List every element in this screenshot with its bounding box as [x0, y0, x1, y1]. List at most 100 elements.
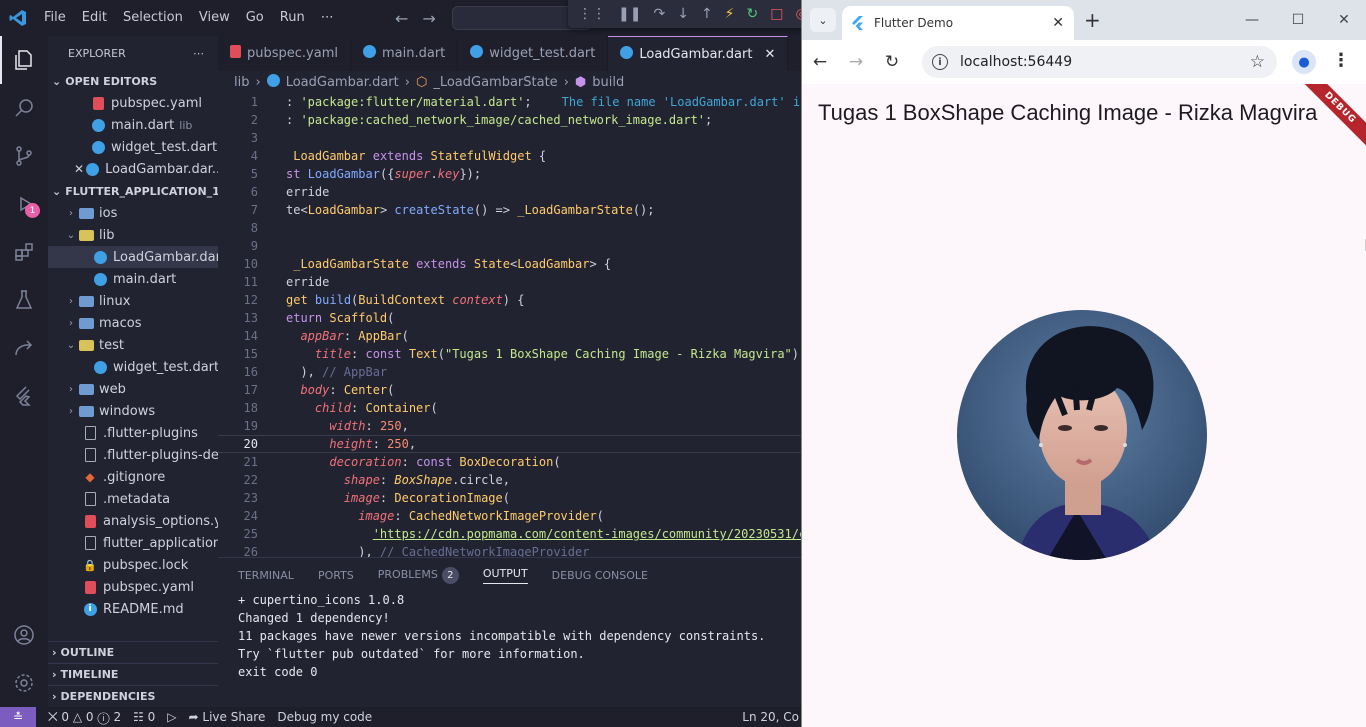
tree-item[interactable]: flutter_application...	[48, 532, 218, 554]
menu-item[interactable]: File	[36, 0, 74, 36]
new-tab-icon[interactable]: +	[1084, 8, 1101, 32]
open-editor-item[interactable]: ✕ LoadGambar.dar...	[48, 158, 218, 180]
menu-item[interactable]: ⋯	[313, 0, 342, 36]
ports-status[interactable]: ☷ 0	[133, 710, 155, 724]
tree-item[interactable]: › macos	[48, 312, 218, 334]
run-debug-icon[interactable]: 1	[0, 180, 48, 228]
tree-item[interactable]: .metadata	[48, 488, 218, 510]
back-icon[interactable]: ←	[802, 44, 838, 80]
reload-icon[interactable]: ↻	[874, 44, 910, 80]
tree-item[interactable]: widget_test.dart	[48, 356, 218, 378]
tree-item-label: main.dart	[113, 271, 177, 287]
tree-item[interactable]: › linux	[48, 290, 218, 312]
file-icon	[82, 447, 98, 463]
menu-item[interactable]: Run	[272, 0, 313, 36]
sidebar-section-header[interactable]: › OUTLINE	[48, 641, 218, 663]
site-info-icon[interactable]: i	[932, 54, 948, 70]
pause-icon[interactable]: ❚❚	[618, 6, 641, 22]
settings-gear-icon[interactable]	[0, 659, 48, 707]
menu-item[interactable]: Selection	[115, 0, 191, 36]
close-editor-icon[interactable]: ✕	[74, 162, 84, 176]
close-tab-icon[interactable]: ✕	[764, 47, 775, 62]
nav-arrows[interactable]: ←→	[395, 9, 450, 28]
testing-icon[interactable]	[0, 276, 48, 324]
bookmark-star-icon[interactable]: ☆	[1250, 52, 1265, 72]
account-icon[interactable]	[0, 611, 48, 659]
editor-tab[interactable]: main.dart	[351, 36, 459, 71]
panel-tab[interactable]: DEBUG CONSOLE	[552, 569, 648, 582]
open-editors-list: pubspec.yaml main.dart lib widget_test.dart…	[48, 92, 218, 180]
stop-icon[interactable]: □	[770, 6, 783, 22]
breadcrumb-item[interactable]: build	[592, 75, 624, 90]
close-window-icon[interactable]: ✕	[1321, 0, 1366, 40]
hot-reload-icon[interactable]: ⚡	[725, 6, 735, 22]
search-icon[interactable]	[0, 84, 48, 132]
remote-explorer-icon[interactable]	[0, 324, 48, 372]
tree-item[interactable]: › web	[48, 378, 218, 400]
breadcrumb-item[interactable]: _LoadGambarState	[433, 75, 557, 90]
flutter-icon[interactable]	[0, 372, 48, 420]
source-control-icon[interactable]	[0, 132, 48, 180]
tree-item[interactable]: pubspec.yaml	[48, 576, 218, 598]
open-editor-item[interactable]: pubspec.yaml	[48, 92, 218, 114]
profile-avatar-icon[interactable]: ●	[1292, 50, 1316, 74]
project-header[interactable]: ⌄ FLUTTER_APPLICATION_1	[48, 180, 218, 202]
close-tab-icon[interactable]: ✕	[1052, 15, 1064, 31]
explorer-icon[interactable]	[0, 36, 48, 84]
cursor-position[interactable]: Ln 20, Co	[742, 710, 799, 724]
forward-icon[interactable]: →	[838, 44, 874, 80]
tree-item[interactable]: ◆ .gitignore	[48, 466, 218, 488]
tree-item[interactable]: › ios	[48, 202, 218, 224]
panel-tab[interactable]: PROBLEMS 2	[378, 567, 459, 584]
maximize-icon[interactable]: ☐	[1275, 0, 1321, 40]
tree-item[interactable]: .flutter-plugins	[48, 422, 218, 444]
step-over-icon[interactable]: ↷	[653, 6, 665, 22]
more-actions-icon[interactable]: ⋯	[193, 47, 204, 60]
tree-item[interactable]: main.dart	[48, 268, 218, 290]
tab-search-icon[interactable]: ⌄	[810, 8, 836, 32]
restart-icon[interactable]: ↻	[747, 6, 759, 22]
remote-indicator-icon[interactable]: ≛	[0, 707, 36, 727]
panel-tab[interactable]: TERMINAL	[238, 569, 294, 582]
debug-config-label[interactable]: Debug my code	[277, 710, 372, 724]
menu-item[interactable]: View	[191, 0, 238, 36]
menu-item[interactable]: Go	[238, 0, 272, 36]
browser-tab[interactable]: Flutter Demo ✕	[842, 6, 1074, 40]
step-out-icon[interactable]: ↑	[701, 6, 713, 22]
editor-tabs: pubspec.yaml main.dart widget_test.dart Loa…	[218, 36, 801, 71]
tree-item[interactable]: i README.md	[48, 598, 218, 620]
editor-tab[interactable]: LoadGambar.dart ✕	[608, 36, 789, 71]
sidebar-section-header[interactable]: › TIMELINE	[48, 663, 218, 685]
panel-tab[interactable]: OUTPUT	[482, 567, 528, 584]
minimize-icon[interactable]: —	[1229, 0, 1275, 40]
problems-status[interactable]: ⨉ 0 △ 0 ⓘ 2	[48, 710, 121, 725]
address-bar[interactable]: i localhost:56449 ☆	[922, 46, 1277, 78]
tree-item-label: .flutter-plugins-de...	[103, 447, 218, 463]
extensions-icon[interactable]	[0, 228, 48, 276]
chrome-menu-icon[interactable]: ⋮	[1332, 50, 1350, 71]
drag-handle-icon[interactable]: ⋮⋮	[578, 6, 606, 22]
tree-item-label: linux	[99, 293, 131, 309]
panel-tab[interactable]: PORTS	[318, 569, 354, 582]
editor-tab[interactable]: pubspec.yaml	[218, 36, 351, 71]
breadcrumb-item[interactable]: LoadGambar.dart	[286, 75, 399, 90]
step-into-icon[interactable]: ↓	[677, 6, 689, 22]
sidebar-section-header[interactable]: › DEPENDENCIES	[48, 685, 218, 707]
open-editors-header[interactable]: ⌄ OPEN EDITORS	[48, 70, 218, 92]
tree-item[interactable]: analysis_options.y...	[48, 510, 218, 532]
tree-item[interactable]: › windows	[48, 400, 218, 422]
tree-item[interactable]: ⌄ test	[48, 334, 218, 356]
tree-item[interactable]: ⌄ lib	[48, 224, 218, 246]
open-editor-item[interactable]: main.dart lib	[48, 114, 218, 136]
output-line: Changed 1 dependency!	[238, 611, 390, 625]
debug-run-icon[interactable]: ▷	[167, 710, 176, 724]
tree-item[interactable]: .flutter-plugins-de...	[48, 444, 218, 466]
live-share-button[interactable]: ➦ Live Share	[189, 710, 266, 724]
tree-item[interactable]: 🔒 pubspec.lock	[48, 554, 218, 576]
open-editor-item[interactable]: widget_test.dart...	[48, 136, 218, 158]
editor-tab[interactable]: widget_test.dart	[458, 36, 609, 71]
menu-item[interactable]: Edit	[74, 0, 115, 36]
code-editor[interactable]: 1: 'package:flutter/material.dart'; The f…	[218, 93, 801, 557]
breadcrumb-item[interactable]: lib	[234, 75, 249, 90]
tree-item[interactable]: LoadGambar.dart	[48, 246, 218, 268]
